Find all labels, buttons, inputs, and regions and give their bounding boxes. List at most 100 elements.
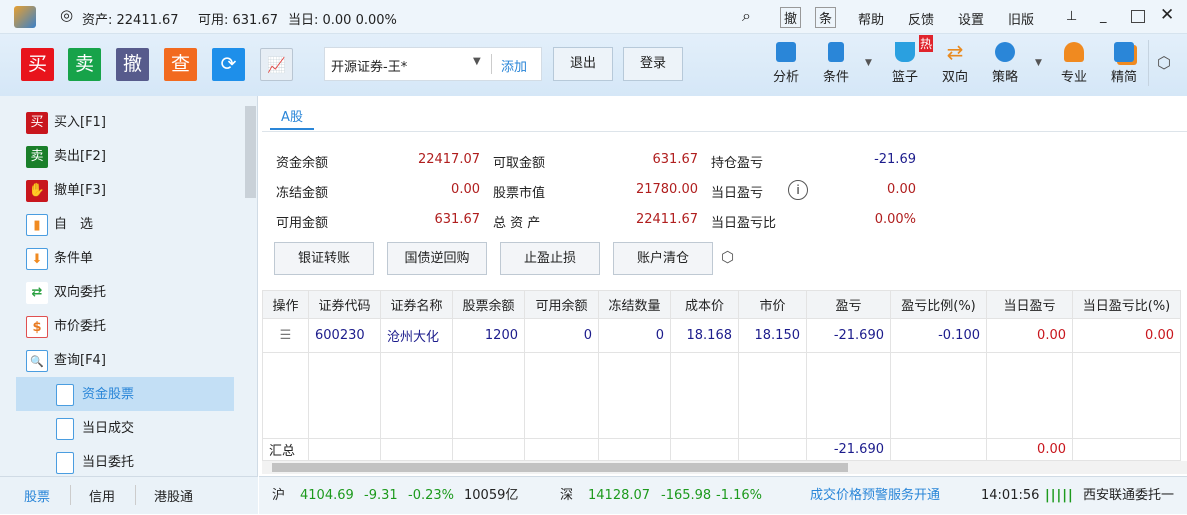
cell-pnl: -21.690: [806, 318, 891, 353]
eye-icon[interactable]: ◎: [60, 6, 73, 24]
sidebar-item-cancel[interactable]: ✋ 撤单[F3]: [26, 179, 106, 203]
hexagon-settings-icon[interactable]: ⬡: [721, 248, 734, 266]
sidebar-item-today-orders[interactable]: 当日委托: [56, 451, 134, 475]
positions-table: 操作 证券代码 证券名称 股票余额 可用余额 冻结数量 成本价 市价 盈亏 盈亏…: [262, 290, 1181, 461]
sidebar-item-label: 双向委托: [54, 285, 107, 300]
column-header[interactable]: 盈亏比例(%): [890, 290, 987, 319]
lightbulb-icon: [995, 42, 1015, 62]
sh-label: 沪: [272, 488, 286, 503]
simple-button[interactable]: 精简: [1094, 42, 1154, 85]
tab-a-shares[interactable]: A股: [270, 106, 314, 130]
sidebar-item-label: 资金股票: [82, 387, 135, 402]
column-header[interactable]: 操作: [262, 290, 309, 319]
scrollbar-thumb[interactable]: [272, 463, 848, 472]
strategy-dropdown-icon[interactable]: ▼: [1035, 58, 1042, 68]
column-header[interactable]: 股票余额: [452, 290, 525, 319]
sidebar-item-conditional[interactable]: ⬇ 条件单: [26, 247, 93, 271]
reverse-repo-button[interactable]: 国债逆回购: [387, 242, 487, 275]
login-button[interactable]: 登录: [623, 47, 683, 81]
document-icon: [56, 417, 74, 440]
column-header[interactable]: 盈亏: [806, 290, 891, 319]
column-header[interactable]: 证券代码: [308, 290, 381, 319]
sh-change: -9.31: [364, 488, 398, 503]
sz-label: 深: [560, 488, 574, 503]
column-header[interactable]: 成本价: [670, 290, 739, 319]
summary-label: 当日盈亏: [711, 186, 764, 201]
promo-link[interactable]: 成交价格预警服务开通: [810, 477, 940, 515]
column-header[interactable]: 当日盈亏: [986, 290, 1073, 319]
today-text: 当日: 0.00 0.00%: [288, 13, 397, 28]
sidebar-item-label: 当日委托: [82, 455, 135, 470]
maximize-button[interactable]: [1131, 10, 1145, 23]
table-row[interactable]: ☰ 600230 沧州大化 1200 0 0 18.168 18.150 -21…: [262, 318, 1181, 353]
query-button[interactable]: 查: [164, 48, 197, 81]
column-header[interactable]: 当日盈亏比(%): [1072, 290, 1181, 319]
summary-value: 22417.07: [417, 152, 480, 167]
refresh-button[interactable]: ⟳: [212, 48, 245, 81]
menu-help[interactable]: 帮助: [858, 9, 884, 28]
column-header[interactable]: 市价: [738, 290, 807, 319]
sidebar-item-funds-stocks[interactable]: 资金股票: [56, 383, 134, 407]
broker-server[interactable]: 西安联通委托一: [1083, 477, 1174, 515]
summary-value: 0.00: [451, 182, 480, 197]
tab-stocks[interactable]: 股票: [24, 486, 50, 505]
hexagon-settings-icon[interactable]: ⬡: [1157, 53, 1171, 72]
row-menu-icon[interactable]: ☰: [262, 318, 309, 353]
menu-settings[interactable]: 设置: [958, 9, 984, 28]
sz-index: 14128.07: [588, 488, 651, 503]
info-icon[interactable]: i: [788, 180, 808, 200]
cell-balance: 1200: [452, 318, 525, 353]
magnifier-icon: 🔍: [26, 349, 48, 372]
sidebar-item-query[interactable]: 🔍 查询[F4]: [26, 349, 106, 373]
column-header[interactable]: 冻结数量: [598, 290, 671, 319]
menu-feedback[interactable]: 反馈: [908, 9, 934, 28]
logout-button[interactable]: 退出: [553, 47, 613, 81]
summary-label: 持仓盈亏: [711, 156, 764, 171]
account-select[interactable]: 开源证券-王* ▼ 添加: [324, 47, 542, 81]
conditional-order-icon: ⬇: [26, 247, 48, 270]
bank-transfer-button[interactable]: 银证转账: [274, 242, 374, 275]
clear-positions-button[interactable]: 账户清仓: [613, 242, 713, 275]
basket-icon: [895, 42, 915, 62]
swap-arrows-icon: ⇄: [946, 40, 964, 64]
sidebar-scrollbar[interactable]: [245, 106, 256, 198]
close-button[interactable]: ✕: [1160, 5, 1174, 25]
quick-cancel-button[interactable]: 撤: [780, 7, 802, 28]
sidebar-item-today-trades[interactable]: 当日成交: [56, 417, 134, 441]
strategy-button[interactable]: 策略: [975, 42, 1035, 85]
tab-credit[interactable]: 信用: [89, 486, 115, 505]
search-icon[interactable]: ⌕: [742, 6, 751, 26]
menu-old-version[interactable]: 旧版: [1008, 9, 1034, 28]
sidebar-item-buy[interactable]: 买买入[F1]: [26, 111, 106, 135]
cancel-button[interactable]: 撤: [116, 48, 149, 81]
sidebar-item-market-order[interactable]: $ 市价委托: [26, 315, 106, 339]
account-type-tabs: 股票 信用 港股通: [0, 476, 258, 514]
sidebar-item-label: 当日成交: [82, 421, 135, 436]
pin-icon[interactable]: ⊥: [1066, 9, 1077, 24]
sidebar-item-sell[interactable]: 卖卖出[F2]: [26, 145, 106, 169]
summary-label: 可用金额: [276, 216, 329, 231]
summary-value: 631.67: [652, 152, 699, 167]
sz-percent: -1.16%: [716, 488, 762, 503]
condition-dropdown-icon[interactable]: ▼: [865, 58, 872, 68]
column-header[interactable]: 可用余额: [524, 290, 599, 319]
minimize-button[interactable]: _: [1100, 9, 1107, 24]
stop-profit-loss-button[interactable]: 止盈止损: [500, 242, 600, 275]
add-account-link[interactable]: 添加: [501, 56, 527, 75]
sidebar-item-two-way[interactable]: ⇄ 双向委托: [26, 281, 106, 305]
sell-button[interactable]: 卖: [68, 48, 101, 81]
total-label: 汇总: [262, 438, 309, 461]
clipboard-icon: [828, 42, 844, 62]
account-value: 开源证券-王*: [331, 60, 408, 75]
signal-bars-icon: |||||: [1045, 488, 1074, 503]
chart-button[interactable]: 📈: [260, 48, 293, 81]
sh-percent: -0.23%: [408, 488, 454, 503]
column-header[interactable]: 证券名称: [380, 290, 453, 319]
summary-label: 可取金额: [493, 156, 546, 171]
buy-button[interactable]: 买: [21, 48, 54, 81]
horizontal-scrollbar[interactable]: [262, 461, 1187, 474]
tab-hk-connect[interactable]: 港股通: [154, 486, 193, 505]
condition-button[interactable]: 条件: [806, 42, 866, 85]
sidebar-item-watchlist[interactable]: ▮ 自 选: [26, 213, 93, 237]
quick-condition-button[interactable]: 条: [815, 7, 837, 28]
